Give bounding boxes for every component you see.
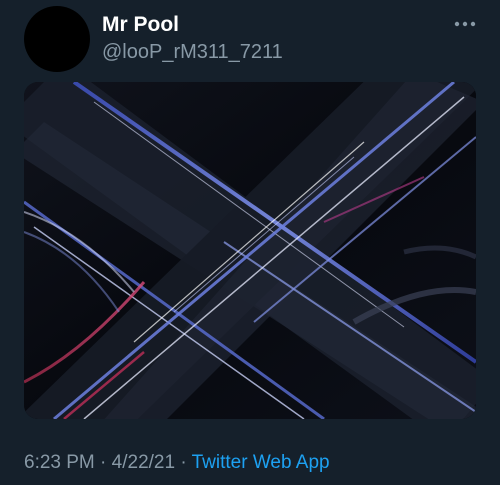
meta-separator-2: · bbox=[180, 452, 187, 473]
tweet-photo[interactable] bbox=[24, 82, 476, 419]
tweet: Mr Pool @looP_rM311_7211 6:23 PM · 4/22/… bbox=[0, 0, 500, 485]
tweet-source-link[interactable]: Twitter Web App bbox=[192, 452, 330, 473]
tweet-time[interactable]: 6:23 PM bbox=[24, 452, 95, 473]
avatar[interactable] bbox=[24, 6, 90, 72]
tweet-meta: 6:23 PM · 4/22/21 · Twitter Web App bbox=[24, 451, 330, 475]
more-button[interactable] bbox=[450, 10, 480, 38]
user-handle[interactable]: @looP_rM311_7211 bbox=[102, 40, 283, 64]
more-dots-icon bbox=[454, 21, 476, 27]
display-name[interactable]: Mr Pool bbox=[102, 13, 179, 37]
tweet-date[interactable]: 4/22/21 bbox=[112, 452, 175, 473]
meta-separator: · bbox=[100, 452, 107, 473]
highway-night-image bbox=[24, 82, 476, 419]
